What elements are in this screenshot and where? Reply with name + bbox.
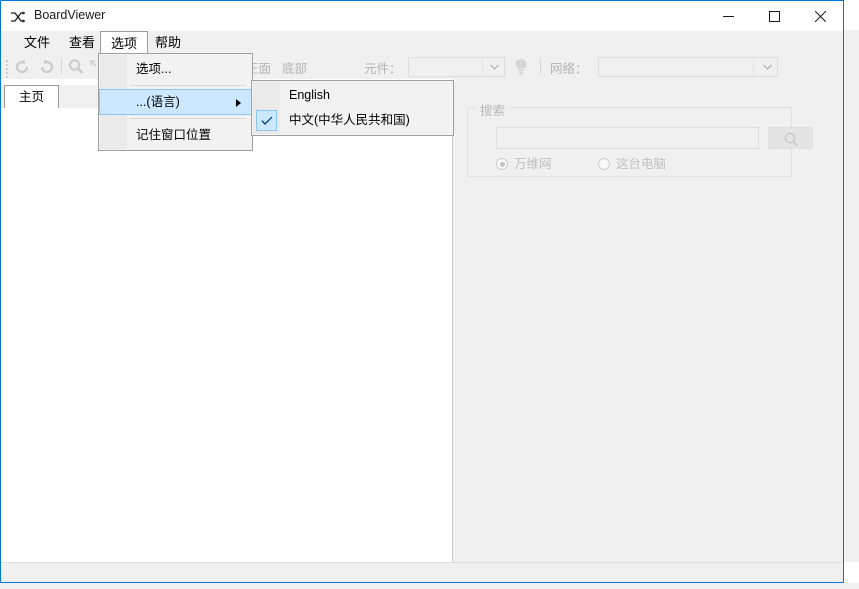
language-submenu: English 中文(中华人民共和国) [251, 80, 454, 136]
radio-this-computer-label: 这台电脑 [616, 157, 667, 171]
maximize-button[interactable] [751, 1, 797, 31]
radio-this-computer-dot [598, 158, 610, 170]
tab-home[interactable]: 主页 [4, 85, 60, 109]
check-icon [261, 116, 273, 126]
radio-web-label: 万维网 [514, 157, 552, 171]
component-combo[interactable] [408, 57, 505, 77]
menu-item-options[interactable]: 选项 [100, 31, 149, 54]
main-window: BoardViewer 文件 查看 选项 帮助 正面 底部 元件： 网络： 主页… [0, 0, 844, 583]
close-icon [814, 10, 826, 22]
menu-option-language[interactable]: ...(语言) [99, 89, 252, 115]
language-option-chinese-label: 中文(中华人民共和国) [289, 113, 410, 127]
desktop-background-right [844, 30, 859, 562]
search-input[interactable] [496, 127, 759, 149]
toolbar-separator-1 [61, 59, 62, 74]
lightbulb-icon[interactable] [511, 57, 531, 76]
combo-divider [753, 58, 754, 76]
radio-web-dot [496, 158, 508, 170]
menu-option-settings[interactable]: 选项... [99, 56, 252, 82]
view-button-bottom[interactable]: 底部 [282, 58, 307, 77]
close-button[interactable] [797, 1, 843, 31]
net-label: 网络： [550, 62, 588, 76]
search-button[interactable] [768, 127, 813, 149]
minimize-icon [722, 15, 734, 17]
search-group-title: 搜索 [476, 100, 510, 119]
shuffle-icon [10, 9, 26, 25]
search-groupbox: 搜索 万维网 这台电脑 [467, 100, 813, 177]
menu-item-help[interactable]: 帮助 [145, 31, 191, 54]
document-panel[interactable] [1, 108, 453, 563]
menu-option-language-label: ...(语言) [136, 95, 180, 109]
language-option-english[interactable]: English [252, 83, 453, 108]
combo-divider [482, 58, 483, 76]
toolbar-separator-2 [540, 59, 541, 74]
options-dropdown-menu: 选项... ...(语言) 记住窗口位置 [98, 53, 253, 151]
rotate-left-icon[interactable] [14, 58, 32, 76]
menu-bar: 文件 查看 选项 帮助 [1, 31, 843, 54]
title-bar[interactable]: BoardViewer [1, 1, 843, 31]
zoom-icon[interactable] [67, 58, 85, 76]
search-icon [784, 132, 799, 147]
app-root: BoardViewer 文件 查看 选项 帮助 正面 底部 元件： 网络： 主页… [0, 0, 859, 589]
side-pane: 搜索 万维网 这台电脑 [453, 79, 843, 563]
menu-item-file[interactable]: 文件 [14, 31, 60, 54]
window-title: BoardViewer [34, 8, 106, 22]
net-combo[interactable] [598, 57, 778, 77]
toolbar-grip[interactable] [6, 60, 9, 78]
language-option-chinese[interactable]: 中文(中华人民共和国) [252, 108, 453, 133]
status-bar [1, 562, 843, 582]
component-label: 元件： [364, 62, 402, 76]
dropdown-separator-2 [130, 118, 246, 119]
desktop-background-bottom [0, 583, 859, 589]
rotate-right-icon[interactable] [37, 58, 55, 76]
checkmark-box [256, 110, 277, 131]
chevron-down-icon [490, 64, 499, 70]
chevron-right-icon [236, 99, 241, 107]
minimize-button[interactable] [705, 1, 751, 31]
maximize-icon [768, 10, 780, 22]
menu-item-view[interactable]: 查看 [59, 31, 105, 54]
chevron-down-icon [763, 64, 772, 70]
dropdown-separator-1 [130, 85, 246, 86]
menu-option-remember-window-position[interactable]: 记住窗口位置 [99, 122, 252, 148]
